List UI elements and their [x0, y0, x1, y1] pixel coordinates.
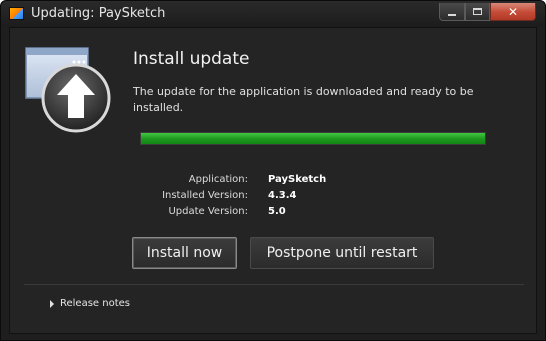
maximize-icon: [473, 8, 482, 15]
close-icon: ✕: [507, 4, 519, 19]
detail-value-installed-version: 4.3.4: [268, 190, 297, 201]
content-panel: Install update The update for the applic…: [9, 27, 537, 334]
update-window: Updating: PaySketch ✕ Install update The…: [0, 0, 546, 341]
maximize-button[interactable]: [465, 3, 490, 21]
window-title: Updating: PaySketch: [31, 6, 166, 21]
title-bar[interactable]: Updating: PaySketch ✕: [1, 1, 545, 27]
app-logo-icon: [9, 7, 24, 20]
divider: [24, 284, 524, 285]
postpone-button[interactable]: Postpone until restart: [250, 237, 434, 269]
release-notes-toggle[interactable]: Release notes: [50, 298, 130, 309]
release-notes-label: Release notes: [60, 298, 130, 309]
download-progress-bar: [140, 132, 486, 145]
triangle-right-icon: [50, 299, 54, 308]
detail-value-application: PaySketch: [268, 174, 327, 185]
detail-value-update-version: 5.0: [268, 206, 286, 217]
window-upload-icon: [25, 47, 111, 133]
detail-label-installed-version: Installed Version:: [162, 190, 248, 201]
update-description: The update for the application is downlo…: [133, 85, 474, 114]
install-now-button[interactable]: Install now: [132, 237, 237, 269]
close-button[interactable]: ✕: [490, 3, 536, 21]
minimize-icon: [448, 13, 456, 16]
progress-fill: [141, 133, 485, 144]
page-title: Install update: [133, 49, 250, 69]
detail-label-application: Application:: [188, 174, 248, 185]
detail-label-update-version: Update Version:: [168, 206, 248, 217]
minimize-button[interactable]: [439, 3, 465, 21]
